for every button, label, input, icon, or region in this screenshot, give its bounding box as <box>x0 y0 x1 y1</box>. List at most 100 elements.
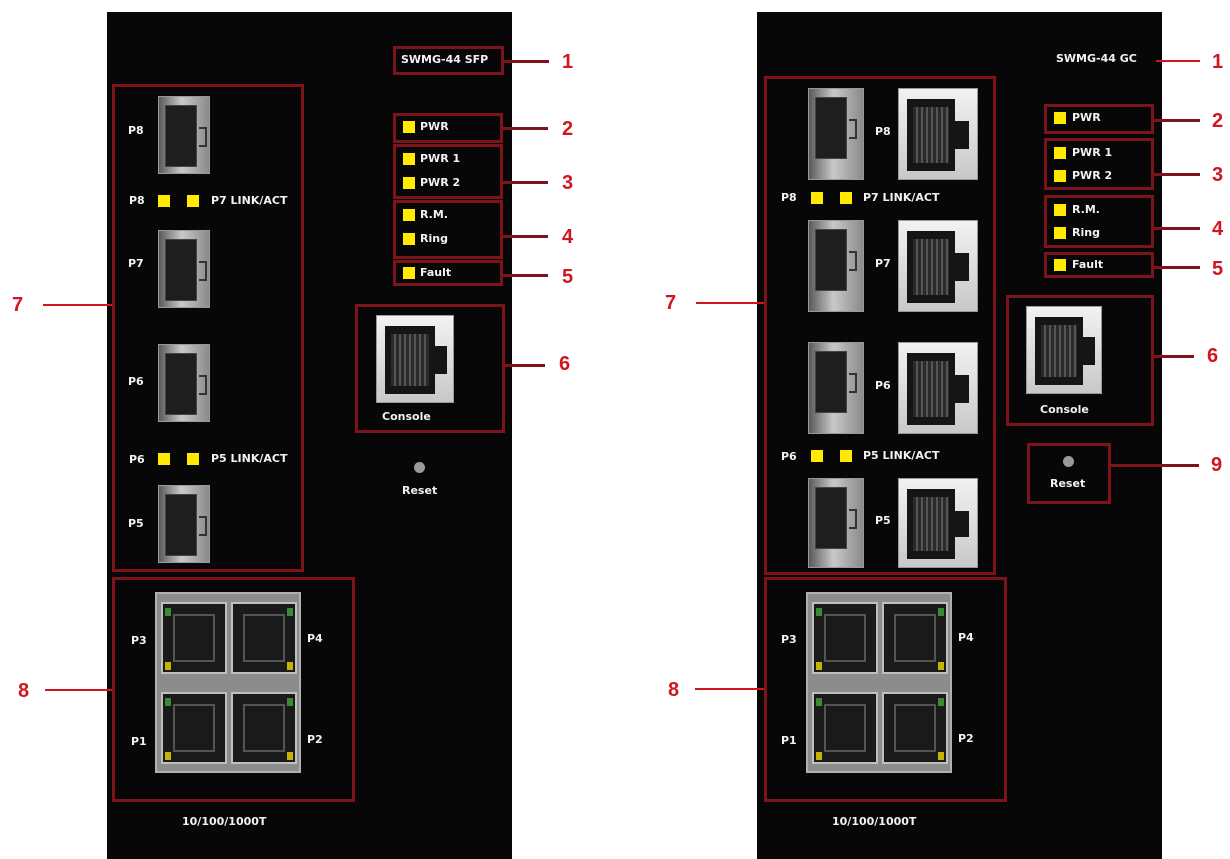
left-callout-1: 1 <box>562 51 574 73</box>
right-callout-line-6 <box>1154 355 1194 358</box>
right-reset-label: Reset <box>1050 477 1086 490</box>
left-reset-button[interactable] <box>414 462 425 473</box>
left-p2-label: P2 <box>307 733 323 746</box>
left-link-p5-led <box>187 453 199 465</box>
right-fault-label: Fault <box>1072 258 1104 271</box>
left-fault-led <box>403 267 415 279</box>
right-rj45-p1[interactable] <box>812 692 878 764</box>
left-pwr1-label: PWR 1 <box>420 152 461 165</box>
right-callout-line-8 <box>695 688 764 690</box>
left-callout-line-1 <box>504 60 549 63</box>
left-callout-line-2 <box>503 127 548 130</box>
left-pwr2-label: PWR 2 <box>420 176 461 189</box>
left-callout-8: 8 <box>18 680 30 702</box>
left-pwr-label: PWR <box>420 120 449 133</box>
right-rj45-p8[interactable] <box>898 88 978 180</box>
right-callout-3: 3 <box>1212 164 1224 186</box>
left-rm-led <box>403 209 415 221</box>
left-link-p5-label: P5 LINK/ACT <box>211 452 288 465</box>
right-rj45-p6[interactable] <box>898 342 978 434</box>
right-pwr-label: PWR <box>1072 111 1101 124</box>
right-p2-label: P2 <box>958 732 974 745</box>
left-link-p6-led <box>158 453 170 465</box>
left-ring-label: Ring <box>420 232 448 245</box>
right-rj45-p7[interactable] <box>898 220 978 312</box>
right-link-p5-led <box>840 450 852 462</box>
left-callout-line-3 <box>503 181 548 184</box>
right-callout-7: 7 <box>665 292 677 314</box>
right-sfp-port-p7[interactable] <box>808 220 864 312</box>
right-p6-label: P6 <box>875 379 891 392</box>
right-callout-line-9 <box>1111 464 1199 467</box>
left-rm-label: R.M. <box>420 208 448 221</box>
right-p8-label: P8 <box>875 125 891 138</box>
right-sfp-port-p5[interactable] <box>808 478 864 568</box>
right-model-label: SWMG-44 GC <box>1056 52 1137 65</box>
right-link-p8-label: P8 <box>781 191 797 204</box>
left-callout-line-8 <box>45 689 112 691</box>
left-fault-label: Fault <box>420 266 452 279</box>
left-link-p7-label: P7 LINK/ACT <box>211 194 288 207</box>
left-callout-line-7 <box>43 304 112 306</box>
right-callout-line-1 <box>1156 60 1200 62</box>
left-callout-line-6 <box>505 364 545 367</box>
left-copper-quad <box>155 592 301 773</box>
right-console-port[interactable] <box>1026 306 1102 394</box>
right-p4-label: P4 <box>958 631 974 644</box>
left-pwr1-led <box>403 153 415 165</box>
left-callout-6: 6 <box>559 353 571 375</box>
left-pwr2-led <box>403 177 415 189</box>
left-sfp-port-p7[interactable] <box>158 230 210 308</box>
right-callout-5: 5 <box>1212 258 1224 280</box>
right-callout-2: 2 <box>1212 110 1224 132</box>
left-p5-label: P5 <box>128 517 144 530</box>
right-rj45-p4[interactable] <box>882 602 948 674</box>
right-callout-line-3 <box>1154 173 1200 176</box>
left-rj45-p2[interactable] <box>231 692 297 764</box>
right-callout-line-7 <box>696 302 764 304</box>
right-pwr1-label: PWR 1 <box>1072 146 1113 159</box>
left-p4-label: P4 <box>307 632 323 645</box>
left-console-port[interactable] <box>376 315 454 403</box>
right-sfp-port-p6[interactable] <box>808 342 864 434</box>
right-rm-label: R.M. <box>1072 203 1100 216</box>
right-fault-led <box>1054 259 1066 271</box>
right-link-p5-label: P5 LINK/ACT <box>863 449 940 462</box>
right-link-p8-led <box>811 192 823 204</box>
left-rj45-p3[interactable] <box>161 602 227 674</box>
right-callout-4: 4 <box>1212 218 1224 240</box>
left-rj45-p1[interactable] <box>161 692 227 764</box>
right-pwr2-label: PWR 2 <box>1072 169 1113 182</box>
left-ring-led <box>403 233 415 245</box>
right-p5-label: P5 <box>875 514 891 527</box>
left-copper-speed-label: 10/100/1000T <box>182 815 267 828</box>
right-callout-9: 9 <box>1211 454 1223 476</box>
right-callout-1: 1 <box>1212 51 1224 73</box>
right-pwr2-led <box>1054 170 1066 182</box>
left-callout-line-4 <box>503 235 548 238</box>
left-rj45-p4[interactable] <box>231 602 297 674</box>
left-link-p8-led <box>158 195 170 207</box>
right-sfp-port-p8[interactable] <box>808 88 864 180</box>
right-p1-label: P1 <box>781 734 797 747</box>
right-reset-box <box>1027 443 1111 504</box>
left-callout-7: 7 <box>12 294 24 316</box>
right-rj45-p2[interactable] <box>882 692 948 764</box>
right-link-p7-label: P7 LINK/ACT <box>863 191 940 204</box>
right-ring-label: Ring <box>1072 226 1100 239</box>
left-sfp-port-p8[interactable] <box>158 96 210 174</box>
left-model-label: SWMG-44 SFP <box>401 53 489 66</box>
right-copper-speed-label: 10/100/1000T <box>832 815 917 828</box>
right-callout-6: 6 <box>1207 345 1219 367</box>
left-p8-label: P8 <box>128 124 144 137</box>
left-p6-label: P6 <box>128 375 144 388</box>
left-pwr-led <box>403 121 415 133</box>
right-rj45-p5[interactable] <box>898 478 978 568</box>
right-copper-quad <box>806 592 952 773</box>
left-p1-label: P1 <box>131 735 147 748</box>
left-sfp-port-p5[interactable] <box>158 485 210 563</box>
right-rj45-p3[interactable] <box>812 602 878 674</box>
right-p7-label: P7 <box>875 257 891 270</box>
right-reset-button[interactable] <box>1063 456 1074 467</box>
left-sfp-port-p6[interactable] <box>158 344 210 422</box>
